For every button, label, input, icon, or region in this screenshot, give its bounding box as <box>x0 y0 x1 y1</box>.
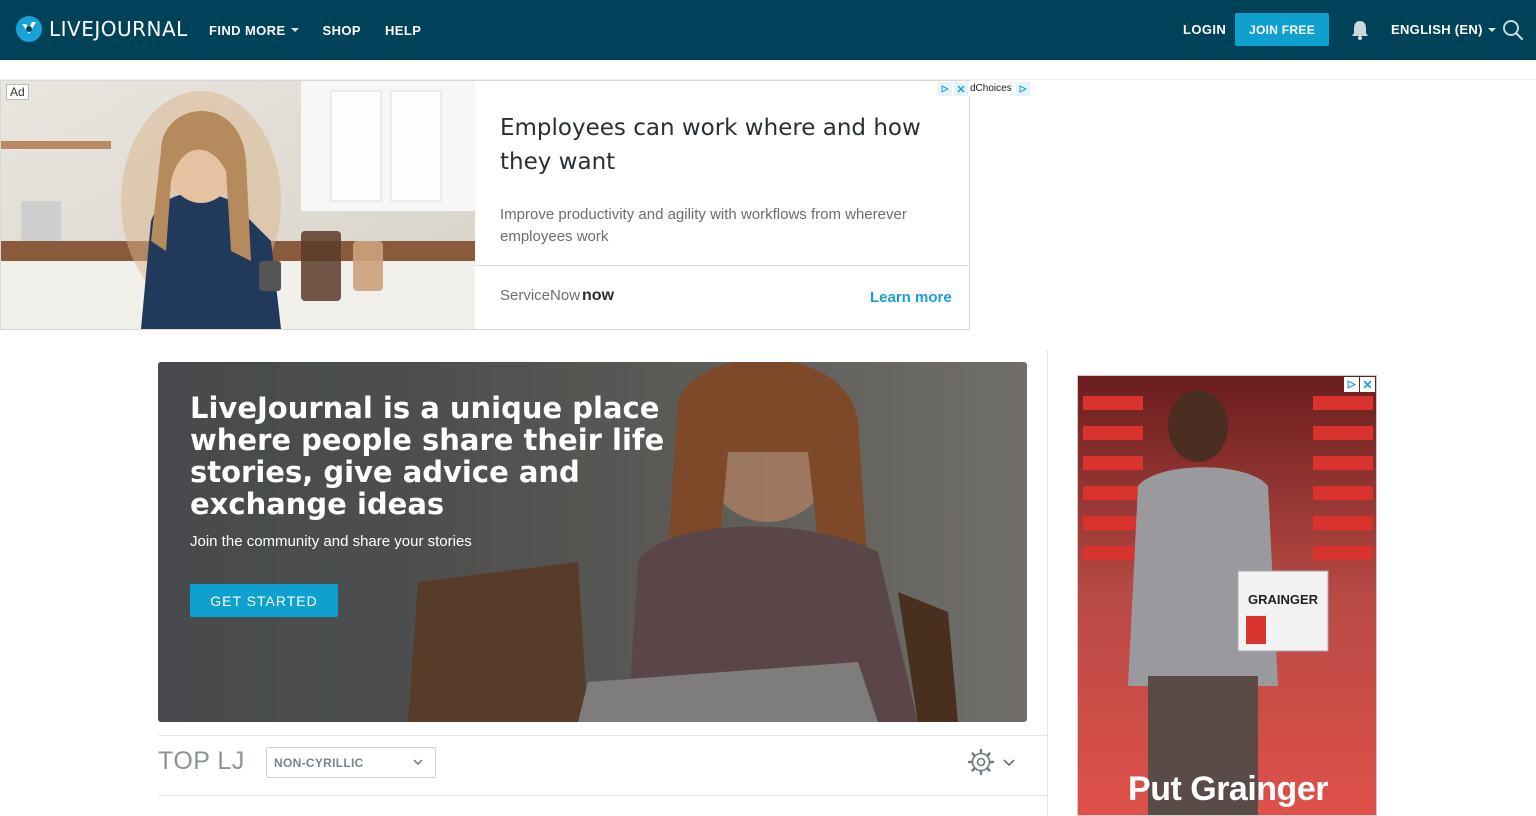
nav-find-more-label: FIND MORE <box>209 22 286 38</box>
nav-shop[interactable]: SHOP <box>323 23 361 38</box>
close-icon[interactable] <box>954 81 968 96</box>
livejournal-logo-icon <box>16 16 42 42</box>
language-selector[interactable]: ENGLISH (EN) <box>1391 22 1496 37</box>
servicenow-logo: now <box>582 287 615 304</box>
top-header: LIVEJOURNAL FIND MORE SHOP HELP LOGIN JO… <box>0 0 1536 60</box>
ad-image-woman-with-phone[interactable]: Ad <box>1 81 475 329</box>
hero-banner: LiveJournal is a unique place where peop… <box>158 362 1027 722</box>
learn-more-link[interactable]: Learn more <box>870 289 952 306</box>
livejournal-logo[interactable]: LIVEJOURNAL <box>15 15 188 43</box>
top-banner-ad[interactable]: Ad Employees can work where and how they… <box>0 80 970 330</box>
ad-brand[interactable]: ServiceNow now <box>500 287 614 305</box>
gear-icon[interactable] <box>967 748 995 776</box>
ad-brand-name: ServiceNow <box>500 287 581 304</box>
nav-find-more[interactable]: FIND MORE <box>209 23 299 38</box>
side-banner-ad[interactable]: GRAINGER Put Grainger <box>1077 375 1377 816</box>
column-divider <box>1047 350 1048 816</box>
notification-bell-icon[interactable] <box>1349 19 1371 41</box>
play-icon <box>1015 81 1030 96</box>
region-filter-select[interactable]: NON-CYRILLIC <box>266 747 436 778</box>
region-filter-value: NON-CYRILLIC <box>274 755 364 770</box>
close-icon[interactable] <box>1360 377 1375 392</box>
header-spacer <box>0 60 1536 80</box>
nav-help[interactable]: HELP <box>385 23 421 38</box>
divider <box>158 735 1047 736</box>
logo-text: LIVEJOURNAL <box>49 17 188 41</box>
adchoices-badge[interactable]: dChoices <box>938 81 1032 96</box>
search-icon[interactable] <box>1502 19 1524 41</box>
adchoices-label: dChoices <box>970 83 1012 94</box>
ad-badge: Ad <box>6 84 29 100</box>
ad-photo <box>1 81 475 329</box>
hero-subtitle: Join the community and share your storie… <box>190 533 472 550</box>
grainger-ad-photo: GRAINGER <box>1078 376 1376 815</box>
box-label: GRAINGER <box>1248 592 1319 607</box>
divider <box>158 795 1047 796</box>
play-icon <box>938 81 952 96</box>
caret-down-icon <box>1487 27 1496 32</box>
play-icon <box>1344 377 1359 392</box>
caret-down-icon <box>290 28 299 32</box>
hero-headline: LiveJournal is a unique place where peop… <box>190 391 665 521</box>
adchoices-badge[interactable] <box>1344 377 1375 392</box>
ad-description: Improve productivity and agility with wo… <box>500 206 907 245</box>
join-free-button[interactable]: JOIN FREE <box>1235 13 1329 46</box>
top-lj-heading: TOP LJ <box>158 747 245 775</box>
main-nav: FIND MORE SHOP HELP <box>209 0 421 60</box>
grainger-headline: Put Grainger <box>1128 770 1328 808</box>
chevron-down-icon[interactable] <box>1003 758 1015 767</box>
language-label: ENGLISH (EN) <box>1391 22 1483 37</box>
ad-divider <box>475 265 969 266</box>
get-started-button[interactable]: GET STARTED <box>190 584 338 617</box>
login-link[interactable]: LOGIN <box>1183 22 1226 37</box>
ad-headline[interactable]: Employees can work where and how they wa… <box>500 111 950 179</box>
chevron-down-icon <box>413 759 423 766</box>
